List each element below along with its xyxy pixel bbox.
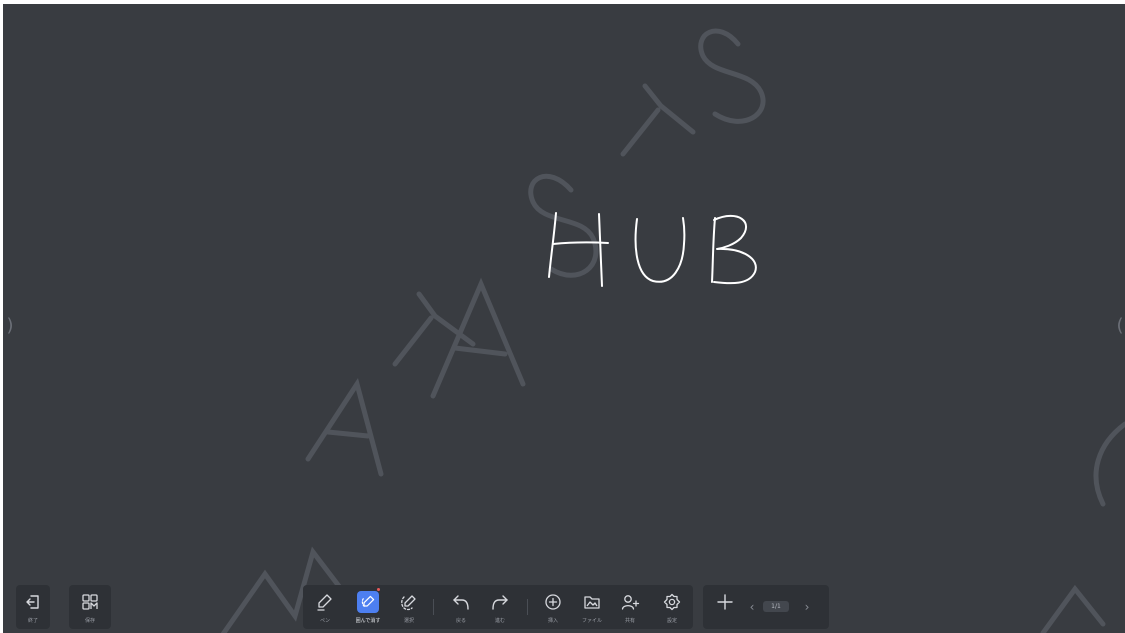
exit-panel: 終了 — [16, 585, 50, 629]
right-edge-handle[interactable]: ( — [1115, 314, 1125, 338]
main-toolbar: ペン 囲んで消す 選択 戻る 進む 挿入 ファイル 共有 設定 — [303, 585, 693, 629]
lasso-erase-icon — [357, 591, 379, 613]
save-button[interactable]: 保存 — [73, 585, 107, 629]
pen-tool-button[interactable]: ペン — [308, 585, 342, 629]
plus-icon — [715, 592, 735, 612]
prev-page-button[interactable]: ‹ — [745, 597, 759, 617]
lasso-erase-label: 囲んで消す — [355, 618, 381, 624]
exit-button[interactable]: 終了 — [16, 585, 50, 629]
watermark — [220, 28, 1125, 633]
toolbar-divider — [527, 599, 528, 615]
settings-label: 設定 — [666, 618, 677, 624]
toolbar-divider — [433, 599, 434, 615]
add-user-icon — [620, 592, 640, 612]
save-grid-icon — [80, 592, 100, 612]
chevron-right-icon: ) — [6, 315, 14, 336]
redo-label: 進む — [494, 618, 505, 624]
page-indicator: 1/1 — [763, 601, 789, 612]
lasso-erase-tool-button[interactable]: 囲んで消す — [351, 585, 385, 629]
redo-button[interactable]: 進む — [483, 585, 517, 629]
next-page-button[interactable]: › — [800, 597, 814, 617]
tool-badge-dot — [377, 588, 380, 591]
page-panel: ‹ 1/1 › — [703, 585, 829, 629]
undo-button[interactable]: 戻る — [444, 585, 478, 629]
chevron-left-icon: ( — [1116, 315, 1124, 336]
settings-button[interactable]: 設定 — [655, 585, 689, 629]
undo-icon — [451, 592, 471, 612]
insert-plus-icon — [543, 592, 563, 612]
pen-label: ペン — [319, 618, 330, 624]
drawing-canvas[interactable] — [3, 4, 1125, 633]
select-icon — [399, 592, 419, 612]
folder-icon — [582, 592, 602, 612]
exit-label: 終了 — [27, 618, 38, 624]
add-page-button[interactable] — [708, 585, 742, 629]
save-label: 保存 — [84, 618, 95, 624]
save-panel: 保存 — [69, 585, 111, 629]
left-edge-handle[interactable]: ) — [5, 314, 15, 338]
insert-button[interactable]: 挿入 — [536, 585, 570, 629]
redo-icon — [490, 592, 510, 612]
select-label: 選択 — [403, 618, 414, 624]
share-label: 共有 — [624, 618, 635, 624]
exit-icon — [23, 592, 43, 612]
pen-icon — [315, 592, 335, 612]
file-button[interactable]: ファイル — [575, 585, 609, 629]
select-tool-button[interactable]: 選択 — [392, 585, 426, 629]
gear-icon — [662, 592, 682, 612]
share-button[interactable]: 共有 — [613, 585, 647, 629]
whiteboard-screen: ) ( 終了 保存 ペン 囲んで消す 選択 戻る 進む 挿入 ファイル 共有 設… — [3, 4, 1125, 633]
